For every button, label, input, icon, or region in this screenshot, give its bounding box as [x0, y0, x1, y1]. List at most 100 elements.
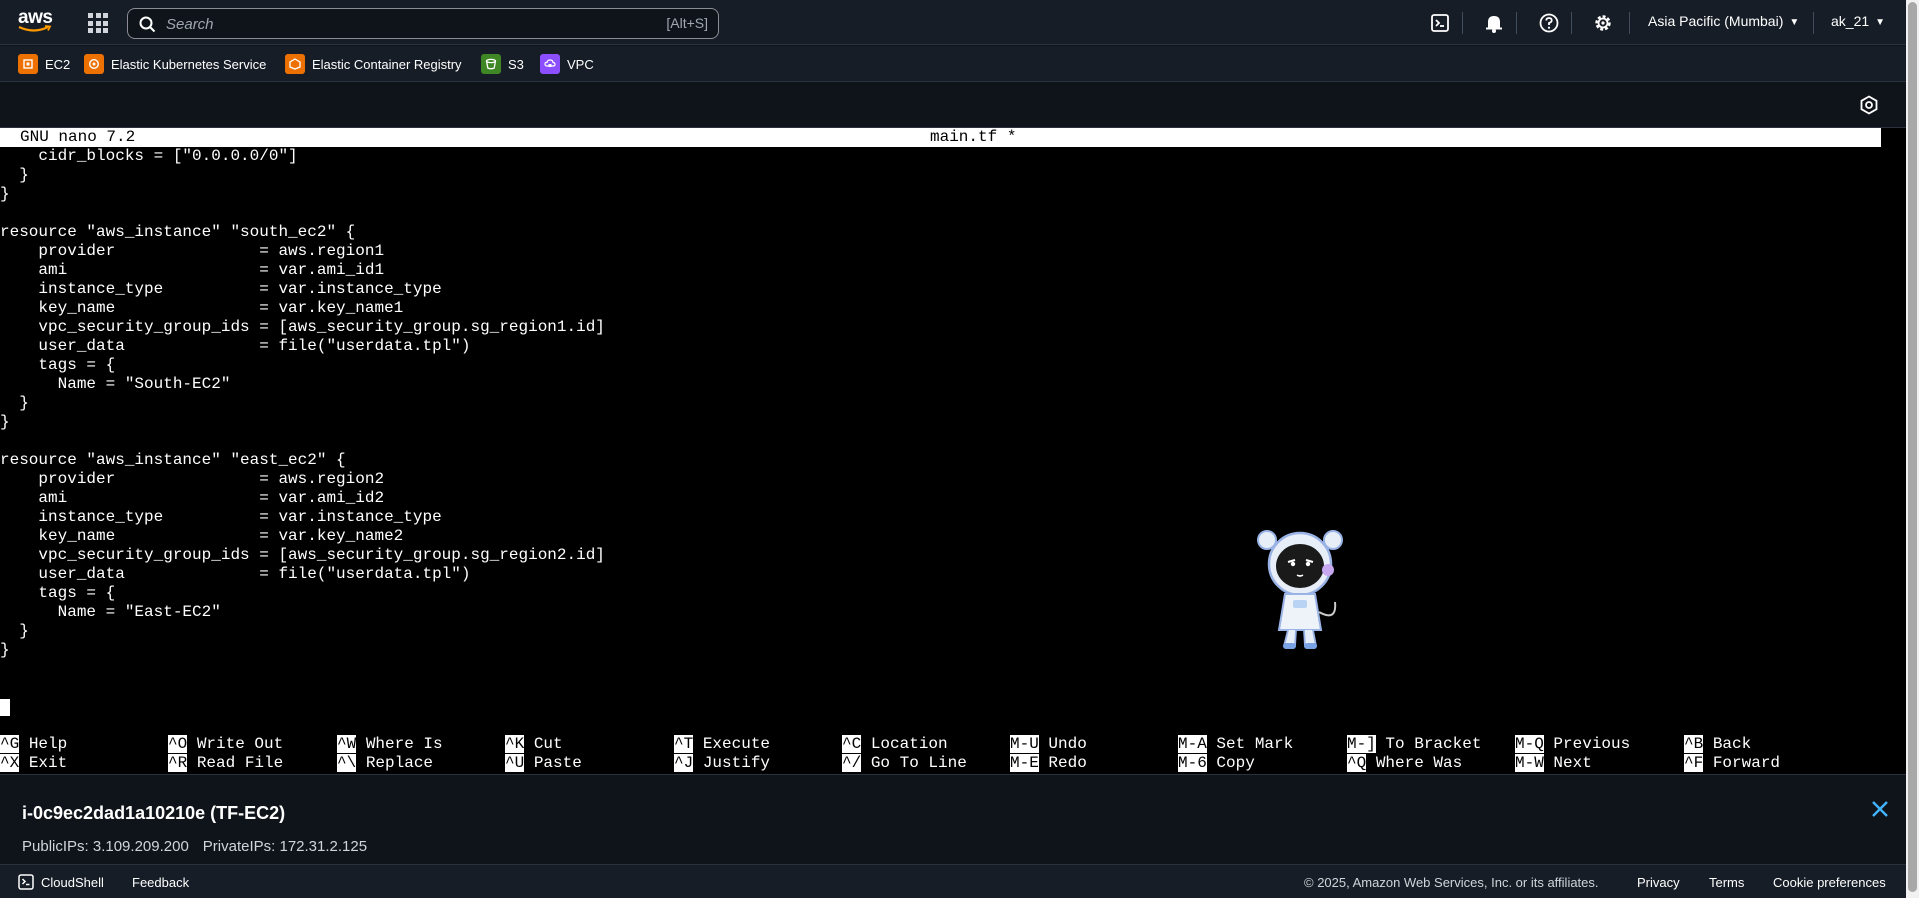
code-line: Name = "South-EC2"	[0, 375, 231, 393]
shortcut-label: Help	[28, 735, 68, 753]
shortcut-key: M-6	[1178, 754, 1207, 772]
copyright-text: © 2025, Amazon Web Services, Inc. or its…	[1304, 875, 1599, 890]
page-scrollbar[interactable]	[1906, 0, 1919, 898]
notifications-bell-icon[interactable]	[1483, 12, 1505, 34]
help-icon[interactable]	[1538, 12, 1560, 34]
code-line: key_name = var.key_name2	[0, 527, 404, 545]
shortcut-item: ^W Where Is	[337, 735, 443, 754]
nano-title-bar: GNU nano 7.2 main.tf *	[0, 128, 1881, 147]
code-line: instance_type = var.instance_type	[0, 280, 442, 298]
code-line: key_name = var.key_name1	[0, 299, 404, 317]
private-ips: PrivateIPs: 172.31.2.125	[202, 838, 368, 855]
code-line: user_data = file("userdata.tpl")	[0, 565, 471, 583]
shortcut-item: ^F Forward	[1684, 754, 1780, 773]
search-bar[interactable]: [Alt+S]	[127, 8, 719, 39]
code-line: }	[0, 413, 10, 431]
scrollbar-thumb[interactable]	[1908, 2, 1917, 892]
code-line: vpc_security_group_ids = [aws_security_g…	[0, 318, 605, 336]
terminal-window[interactable]: GNU nano 7.2 main.tf * cidr_blocks = ["0…	[0, 128, 1906, 774]
shortcut-label: Cut	[533, 735, 563, 753]
cloudshell-icon	[18, 873, 34, 890]
text-cursor	[0, 699, 10, 716]
favorite-eks[interactable]: Elastic Kubernetes Service	[84, 53, 266, 75]
shortcut-label: Forward	[1712, 754, 1781, 772]
shortcut-key: ^J	[674, 754, 694, 772]
astronaut-mascot-image	[1257, 530, 1343, 649]
account-name: ak_21	[1831, 13, 1870, 29]
shortcut-key: ^K	[505, 735, 525, 753]
favorite-ecr[interactable]: Elastic Container Registry	[285, 53, 462, 75]
public-ips: PublicIPs: 3.109.209.200	[22, 838, 189, 855]
shortcut-item: ^O Write Out	[168, 735, 283, 754]
services-grid-icon[interactable]	[88, 13, 108, 33]
cloudshell-label: CloudShell	[41, 875, 104, 890]
cloudshell-button[interactable]: CloudShell	[18, 873, 104, 890]
shortcut-key: ^R	[168, 754, 188, 772]
cloudshell-header	[0, 82, 1906, 128]
shortcut-item: ^T Execute	[674, 735, 770, 754]
shortcut-label: Redo	[1048, 754, 1087, 772]
code-line: tags = {	[0, 356, 116, 374]
shortcut-key: ^G	[0, 735, 20, 753]
code-line: }	[0, 394, 29, 412]
favorite-vpc[interactable]: VPC	[540, 53, 594, 75]
privacy-link[interactable]: Privacy	[1637, 875, 1680, 890]
shortcut-label: Location	[870, 735, 948, 753]
cookie-preferences-link[interactable]: Cookie preferences	[1773, 875, 1886, 890]
shortcut-label: Exit	[28, 754, 68, 772]
s3-service-icon	[481, 54, 501, 74]
aws-logo[interactable]: aws	[18, 8, 54, 35]
top-navigation: aws [Alt+S] Asia Pacific (Mumbai) ▼ ak_21…	[0, 0, 1906, 45]
shortcut-label: Justify	[702, 754, 771, 772]
region-selector[interactable]: Asia Pacific (Mumbai) ▼	[1648, 13, 1799, 29]
shortcut-label: Where Is	[365, 735, 443, 753]
shortcut-key: ^B	[1684, 735, 1704, 753]
favorite-ec2[interactable]: EC2	[18, 53, 70, 75]
shortcut-label: Replace	[365, 754, 434, 772]
account-menu[interactable]: ak_21 ▼	[1831, 13, 1885, 29]
cloudshell-settings-icon[interactable]	[1859, 95, 1879, 115]
region-label: Asia Pacific (Mumbai)	[1648, 13, 1784, 29]
shortcut-key: ^C	[842, 735, 862, 753]
instance-ips: PublicIPs: 3.109.209.200 PrivateIPs: 172.…	[22, 838, 381, 855]
shortcut-item: M-A Set Mark	[1178, 735, 1293, 754]
shortcut-key: ^W	[337, 735, 357, 753]
shortcut-label: Copy	[1216, 754, 1255, 772]
shortcut-label: Read File	[196, 754, 284, 772]
shortcut-key: ^X	[0, 754, 20, 772]
shortcut-item: ^Q Where Was	[1347, 754, 1462, 773]
caret-down-icon: ▼	[1875, 17, 1886, 28]
terms-link[interactable]: Terms	[1709, 875, 1744, 890]
shortcut-item: ^B Back	[1684, 735, 1751, 754]
console-footer: CloudShell Feedback © 2025, Amazon Web S…	[0, 864, 1906, 898]
close-icon[interactable]	[1870, 799, 1890, 819]
favorites-bar: EC2 Elastic Kubernetes Service Elastic C…	[0, 46, 1906, 82]
cloudshell-icon[interactable]	[1429, 12, 1451, 34]
code-line: Name = "East-EC2"	[0, 603, 221, 621]
instance-title: i-0c9ec2dad1a10210e (TF-EC2)	[22, 803, 286, 823]
settings-gear-icon[interactable]	[1592, 12, 1614, 34]
nano-version: GNU nano 7.2	[20, 128, 136, 146]
shortcut-item: ^C Location	[842, 735, 948, 754]
editor-content[interactable]: cidr_blocks = ["0.0.0.0/0"] }} resource "…	[0, 147, 605, 660]
code-line: provider = aws.region2	[0, 470, 385, 488]
shortcut-item: ^G Help	[0, 735, 67, 754]
code-line: tags = {	[0, 584, 116, 602]
code-line: user_data = file("userdata.tpl")	[0, 337, 471, 355]
shortcut-item: M-Q Previous	[1515, 735, 1630, 754]
nano-filename: main.tf *	[930, 128, 1017, 146]
shortcut-key: ^\	[337, 754, 357, 772]
shortcut-label: Where Was	[1375, 754, 1463, 772]
shortcut-item: M-U Undo	[1010, 735, 1087, 754]
ec2-service-icon	[18, 54, 38, 74]
code-line: }	[0, 641, 10, 659]
favorite-s3[interactable]: S3	[481, 53, 524, 75]
shortcut-item: ^\ Replace	[337, 754, 433, 773]
feedback-link[interactable]: Feedback	[132, 875, 189, 890]
shortcut-key: M-E	[1010, 754, 1039, 772]
search-icon	[139, 16, 156, 33]
search-input[interactable]	[166, 13, 566, 35]
ecr-service-icon	[285, 54, 305, 74]
shortcut-item: M-] To Bracket	[1347, 735, 1481, 754]
